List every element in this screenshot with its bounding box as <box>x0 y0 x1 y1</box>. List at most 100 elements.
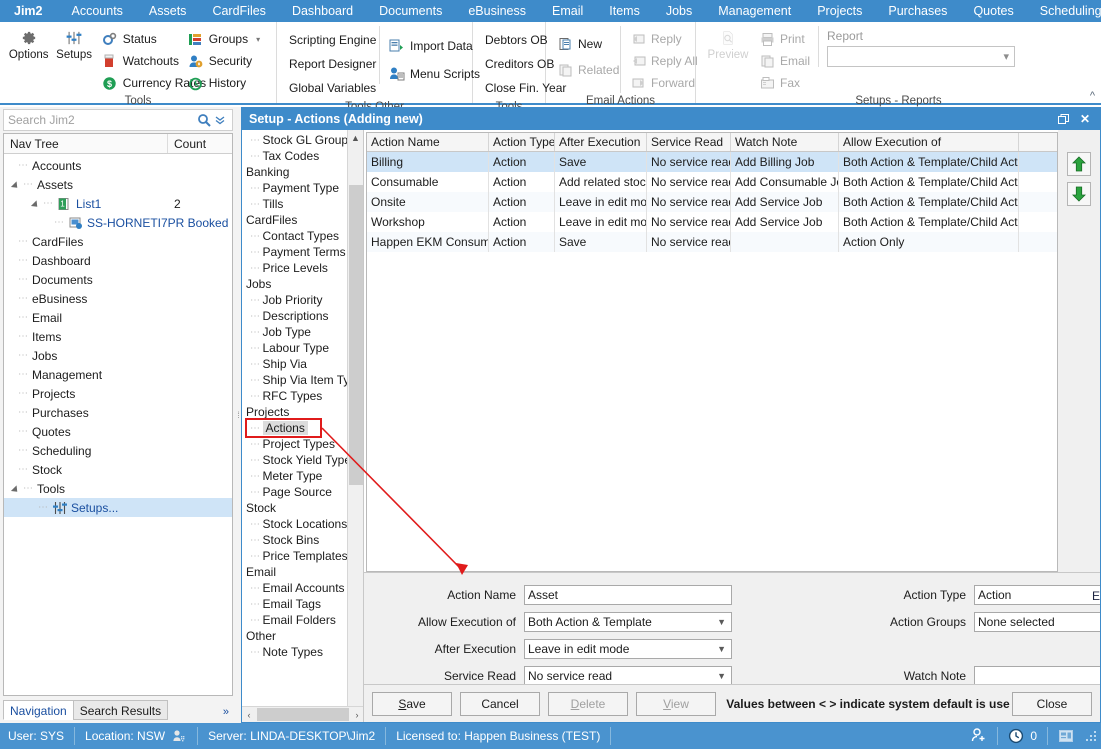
nav-item-quotes[interactable]: ⋯ Quotes <box>4 422 232 441</box>
scrollbar-thumb[interactable] <box>349 185 363 485</box>
setups-item-ship-via-item-types[interactable]: ⋯Ship Via Item Types <box>244 372 363 388</box>
email-button[interactable]: Email <box>754 51 818 71</box>
setups-group-banking[interactable]: Banking <box>244 164 363 180</box>
delete-button[interactable]: Delete <box>548 692 628 716</box>
expander-icon[interactable] <box>12 484 22 494</box>
setups-item-tax-codes[interactable]: ⋯Tax Codes <box>244 148 363 164</box>
chevron-down-icon[interactable]: ▾ <box>256 35 260 44</box>
setups-group-jobs[interactable]: Jobs <box>244 276 363 292</box>
preview-button[interactable]: Preview <box>702 26 754 61</box>
nav-item-stock[interactable]: ⋯ Stock <box>4 460 232 479</box>
table-row[interactable]: Workshop Action Leave in edit mode No se… <box>367 212 1057 232</box>
scripting-engine-button[interactable]: Scripting Engine <box>283 29 379 51</box>
print-button[interactable]: Print <box>754 29 818 49</box>
ribbon-tab-email[interactable]: Email <box>539 0 596 22</box>
setups-item-price-templates[interactable]: ⋯Price Templates <box>244 548 363 564</box>
nav-item-email[interactable]: ⋯ Email <box>4 308 232 327</box>
ribbon-tab-management[interactable]: Management <box>705 0 804 22</box>
ribbon-tab-purchases[interactable]: Purchases <box>875 0 960 22</box>
nav-item-items[interactable]: ⋯ Items <box>4 327 232 346</box>
column-header-service-read[interactable]: Service Read <box>647 133 731 151</box>
restore-icon[interactable] <box>1052 109 1074 129</box>
fax-button[interactable]: Fax <box>754 73 818 93</box>
setups-group-other[interactable]: Other <box>244 628 363 644</box>
ribbon-tab-projects[interactable]: Projects <box>804 0 875 22</box>
ribbon-tab-cardfiles[interactable]: CardFiles <box>199 0 279 22</box>
ribbon-tab-scheduling[interactable]: Scheduling <box>1027 0 1101 22</box>
setups-item-descriptions[interactable]: ⋯Descriptions <box>244 308 363 324</box>
ribbon-tab-jobs[interactable]: Jobs <box>653 0 705 22</box>
column-header-after-execution[interactable]: After Execution <box>555 133 647 151</box>
action-name-input[interactable]: Asset <box>524 585 732 605</box>
table-row[interactable]: Onsite Action Leave in edit mode No serv… <box>367 192 1057 212</box>
watch-note-select[interactable]: ▼ <box>974 666 1100 685</box>
nav-item-setups[interactable]: ⋯ Setups... <box>4 498 232 517</box>
scrollbar-thumb[interactable] <box>257 708 349 721</box>
move-up-button[interactable] <box>1067 152 1091 176</box>
groups-button[interactable]: Groups ▾ <box>183 29 270 49</box>
scroll-up-icon[interactable]: ▲ <box>348 130 363 146</box>
options-button[interactable]: Options <box>6 26 51 61</box>
scroll-left-icon[interactable]: ‹ <box>242 710 256 720</box>
setups-item-payment-type[interactable]: ⋯Payment Type <box>244 180 363 196</box>
watchouts-button[interactable]: Watchouts <box>97 51 183 71</box>
setups-tree-horizontal-scrollbar[interactable]: ‹ › <box>242 706 364 722</box>
setups-item-stock-locations[interactable]: ⋯Stock Locations <box>244 516 363 532</box>
creditors-ob-button[interactable]: Creditors OB <box>479 53 549 75</box>
setups-item-labour-type[interactable]: ⋯Labour Type <box>244 340 363 356</box>
column-header-watch-note[interactable]: Watch Note <box>731 133 839 151</box>
nav-item-projects[interactable]: ⋯ Projects <box>4 384 232 403</box>
debtors-ob-button[interactable]: Debtors OB <box>479 29 549 51</box>
nav-item-accounts[interactable]: ⋯ Accounts <box>4 156 232 175</box>
ribbon-tab-jim2[interactable]: Jim2 <box>0 0 59 22</box>
nav-item-purchases[interactable]: ⋯ Purchases <box>4 403 232 422</box>
setups-item-contact-types[interactable]: ⋯Contact Types <box>244 228 363 244</box>
nav-item-ebusiness[interactable]: ⋯ eBusiness <box>4 289 232 308</box>
new-email-button[interactable]: New <box>552 34 620 54</box>
resize-grip-icon[interactable] <box>1084 729 1098 743</box>
security-button[interactable]: Security <box>183 51 270 71</box>
setups-group-email[interactable]: Email <box>244 564 363 580</box>
view-button[interactable]: View <box>636 692 716 716</box>
service-read-select[interactable]: No service read ▼ <box>524 666 732 685</box>
ribbon-tab-documents[interactable]: Documents <box>366 0 455 22</box>
setups-item-stock-gl-groups[interactable]: ⋯Stock GL Groups <box>244 132 363 148</box>
save-button[interactable]: Save <box>372 692 452 716</box>
history-button[interactable]: History <box>183 73 270 93</box>
allow-execution-of-select[interactable]: Both Action & Template ▼ <box>524 612 732 632</box>
search-icon[interactable] <box>196 112 212 128</box>
close-button[interactable]: Close <box>1012 692 1092 716</box>
reply-all-button[interactable]: Reply All <box>625 51 698 71</box>
after-execution-select[interactable]: Leave in edit mode ▼ <box>524 639 732 659</box>
setups-item-note-types[interactable]: ⋯Note Types <box>244 644 363 660</box>
setups-group-stock[interactable]: Stock <box>244 500 363 516</box>
currency-rates-button[interactable]: $ Currency Rates <box>97 73 183 93</box>
setups-group-cardfiles[interactable]: CardFiles <box>244 212 363 228</box>
nav-item-cardfiles[interactable]: ⋯ CardFiles <box>4 232 232 251</box>
setups-item-payment-terms[interactable]: ⋯Payment Terms <box>244 244 363 260</box>
setups-button[interactable]: Setups <box>51 26 96 61</box>
status-clock[interactable]: 0 <box>998 727 1048 745</box>
nav-tab-search-results[interactable]: Search Results <box>73 700 168 720</box>
nav-tree-header-name[interactable]: Nav Tree <box>4 134 168 153</box>
column-header-allow-execution-of[interactable]: Allow Execution of <box>839 133 1019 151</box>
ribbon-tab-items[interactable]: Items <box>596 0 653 22</box>
setups-item-email-folders[interactable]: ⋯Email Folders <box>244 612 363 628</box>
action-groups-select[interactable]: None selected ▼ <box>974 612 1100 632</box>
nav-item-assets[interactable]: ⋯ Assets <box>4 175 232 194</box>
setups-item-job-type[interactable]: ⋯Job Type <box>244 324 363 340</box>
setups-item-rfc-types[interactable]: ⋯RFC Types <box>244 388 363 404</box>
setups-tree-vertical-scrollbar[interactable]: ▲ ▼ <box>347 130 363 722</box>
nav-expand-button[interactable]: » <box>223 706 233 720</box>
table-row[interactable]: Happen EKM Consumable Action Save No ser… <box>367 232 1057 252</box>
setups-item-price-levels[interactable]: ⋯Price Levels <box>244 260 363 276</box>
ribbon-tab-dashboard[interactable]: Dashboard <box>279 0 366 22</box>
table-row[interactable]: Consumable Action Add related stock No s… <box>367 172 1057 192</box>
action-type-select[interactable]: Action ▼ <box>974 585 1100 605</box>
setups-item-stock-bins[interactable]: ⋯Stock Bins <box>244 532 363 548</box>
setups-item-email-accounts[interactable]: ⋯Email Accounts <box>244 580 363 596</box>
setups-item-email-tags[interactable]: ⋯Email Tags <box>244 596 363 612</box>
close-icon[interactable]: ✕ <box>1074 109 1096 129</box>
setups-item-project-types[interactable]: ⋯Project Types <box>244 436 363 452</box>
close-fin-year-button[interactable]: Close Fin. Year <box>479 77 549 99</box>
